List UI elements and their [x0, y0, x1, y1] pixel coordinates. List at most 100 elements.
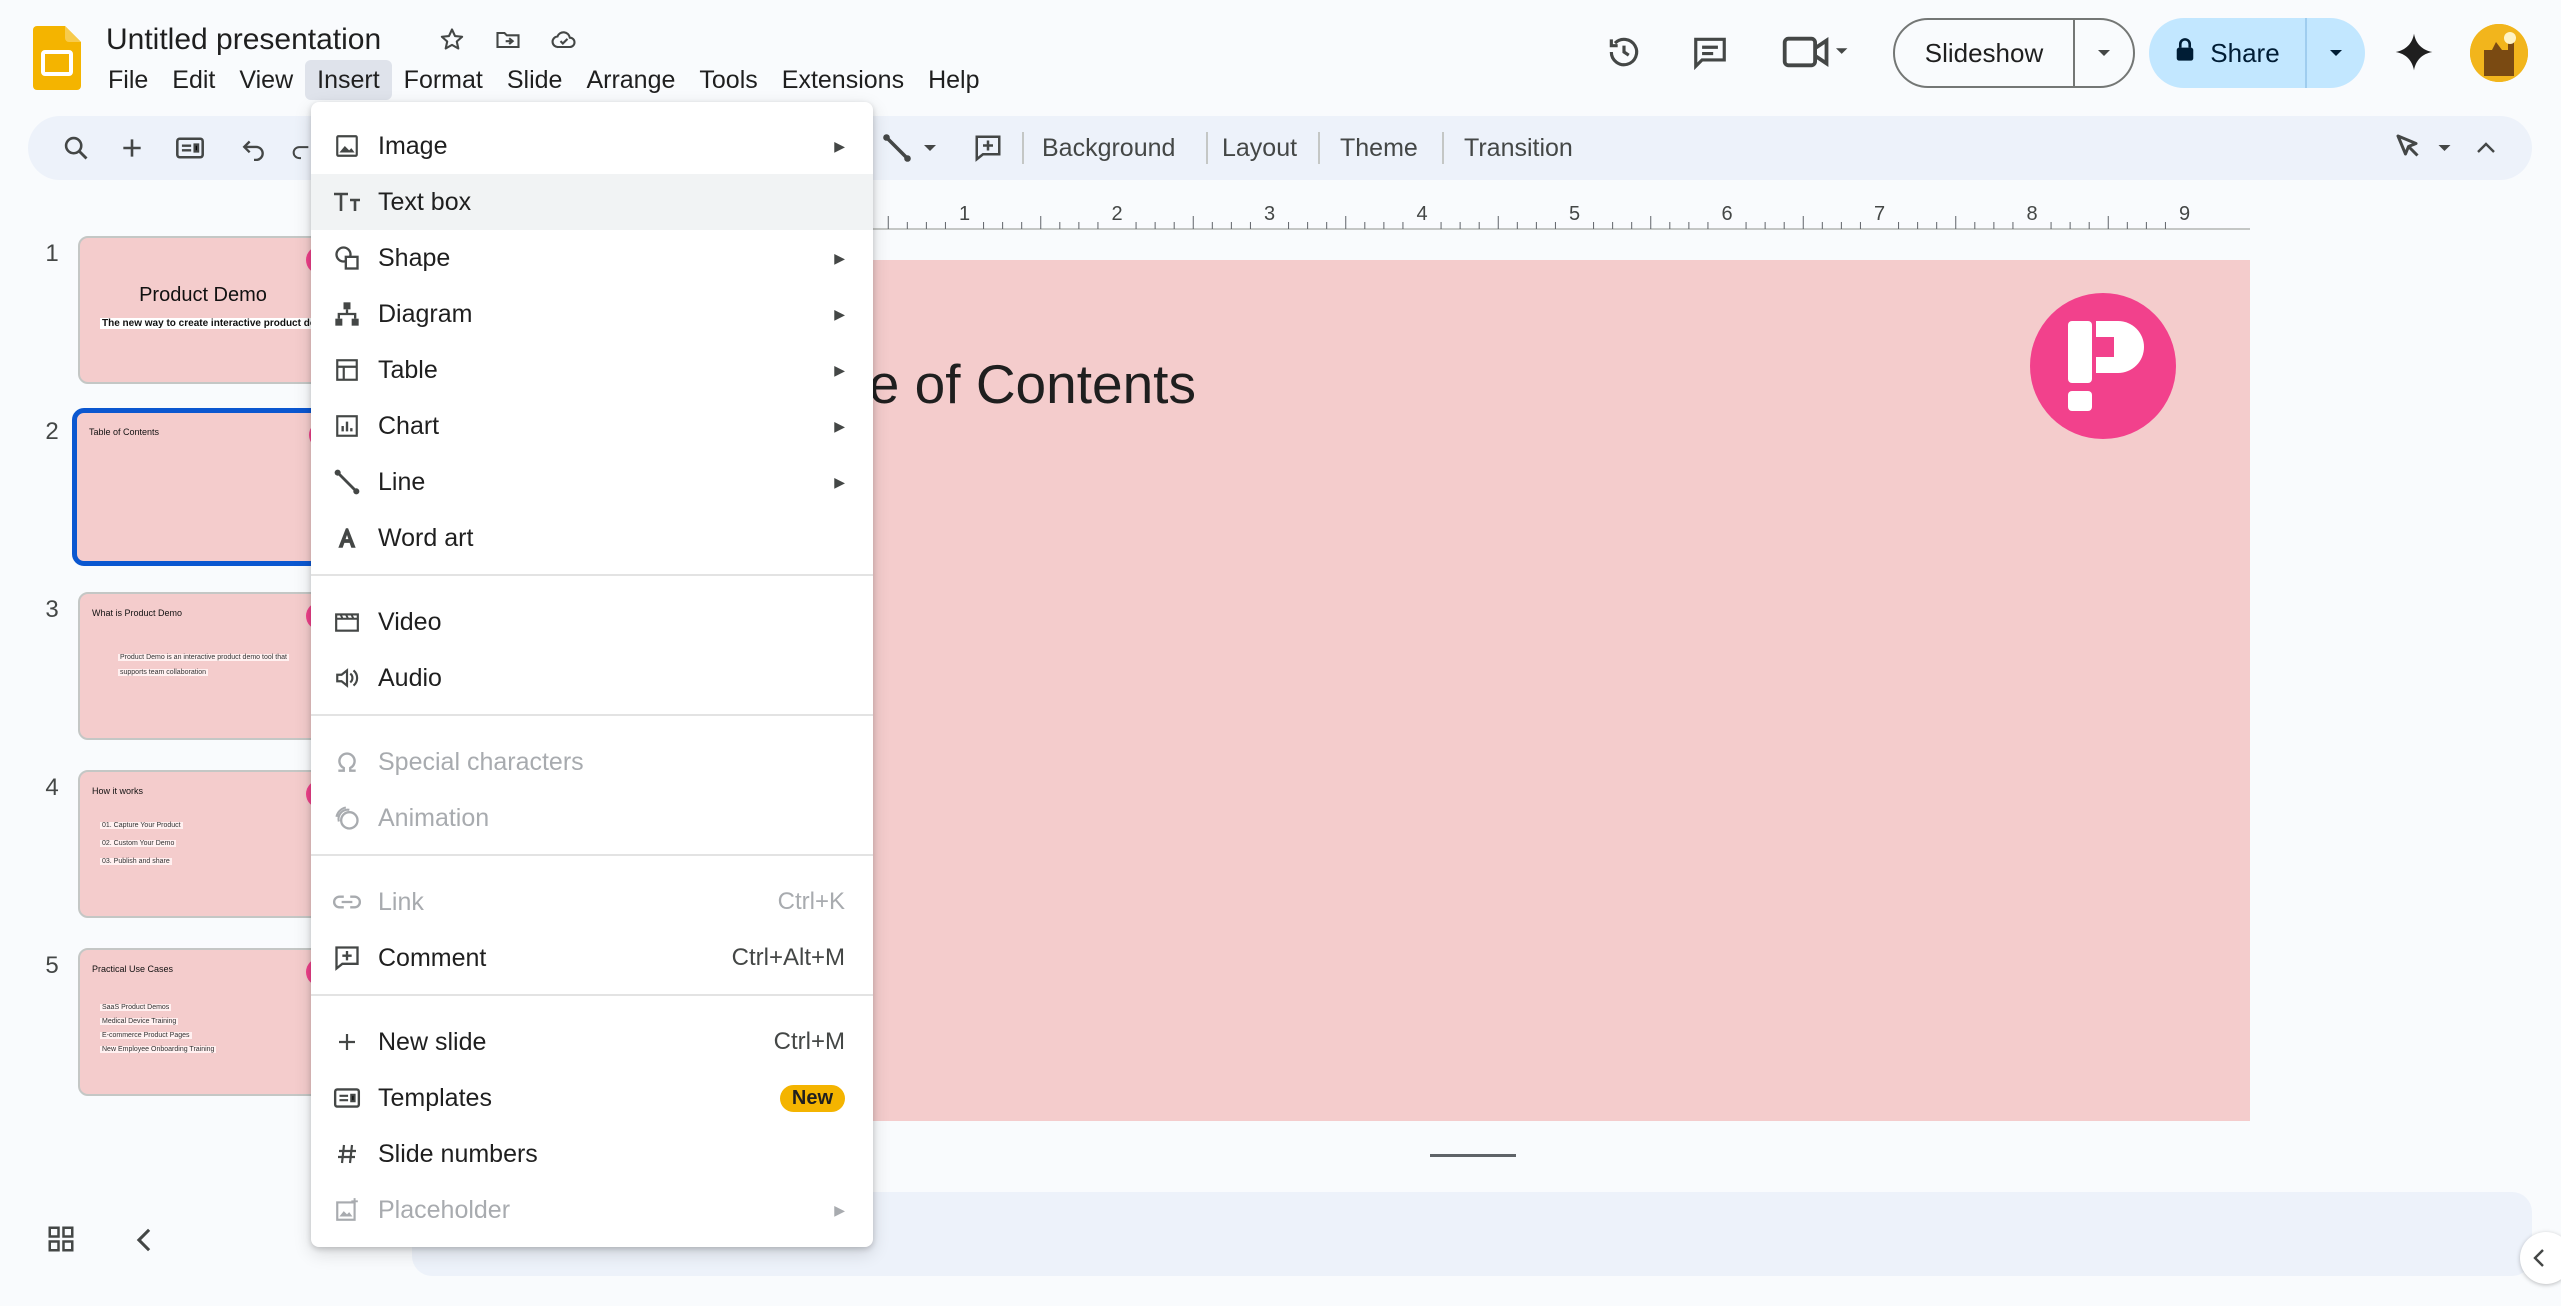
- slide-thumbnail-2[interactable]: Table of Contents: [72, 408, 334, 566]
- slide-title-text[interactable]: ble of Contents: [872, 352, 1196, 416]
- submenu-arrow-icon: ▶: [834, 417, 845, 434]
- menu-item-diagram[interactable]: Diagram ▶: [311, 286, 873, 342]
- menu-help[interactable]: Help: [916, 60, 991, 100]
- table-icon: [331, 354, 363, 386]
- add-comment-icon: [331, 942, 363, 974]
- collapse-filmstrip-icon[interactable]: [134, 1226, 166, 1258]
- menu-extensions[interactable]: Extensions: [770, 60, 916, 100]
- notes-resize-handle[interactable]: [1430, 1154, 1516, 1157]
- slide-thumbnail-4[interactable]: How it works 01. Capture Your Product 02…: [78, 770, 328, 918]
- undo-icon[interactable]: [234, 128, 274, 168]
- link-icon: [331, 886, 363, 918]
- slide-thumbnail-1[interactable]: Product Demo The new way to create inter…: [78, 236, 328, 384]
- menu-item-slide-numbers[interactable]: Slide numbers: [311, 1126, 873, 1182]
- line-icon: [331, 466, 363, 498]
- menu-arrange[interactable]: Arrange: [574, 60, 687, 100]
- menu-edit[interactable]: Edit: [160, 60, 227, 100]
- menu-tools[interactable]: Tools: [687, 60, 769, 100]
- document-title[interactable]: Untitled presentation: [106, 20, 381, 60]
- menu-item-line[interactable]: Line ▶: [311, 454, 873, 510]
- ruler-label: 2: [1111, 203, 1122, 225]
- insert-comment-icon[interactable]: [968, 128, 1008, 168]
- menu-item-word-art[interactable]: Word art: [311, 510, 873, 566]
- menu-item-placeholder[interactable]: Placeholder ▶: [311, 1182, 873, 1238]
- submenu-arrow-icon: ▶: [834, 361, 845, 378]
- brand-logo-icon[interactable]: [2030, 293, 2176, 439]
- chart-icon: [331, 410, 363, 442]
- background-button[interactable]: Background: [1042, 128, 1175, 168]
- share-label: Share: [2210, 37, 2280, 68]
- slide-number: 3: [45, 596, 59, 623]
- cloud-saved-icon[interactable]: [546, 22, 582, 58]
- move-to-folder-icon[interactable]: [490, 22, 526, 58]
- submenu-arrow-icon: ▶: [834, 1201, 845, 1218]
- select-tool-icon[interactable]: [2390, 128, 2460, 168]
- meet-icon[interactable]: [1782, 30, 1852, 74]
- hide-menus-icon[interactable]: [2466, 128, 2506, 168]
- menu-item-video[interactable]: Video: [311, 594, 873, 650]
- slide-thumbnail-5[interactable]: Practical Use Cases SaaS Product Demos M…: [78, 948, 328, 1096]
- menu-item-comment[interactable]: Comment Ctrl+Alt+M: [311, 930, 873, 986]
- menu-item-table[interactable]: Table ▶: [311, 342, 873, 398]
- avatar[interactable]: [2470, 24, 2528, 82]
- menu-format[interactable]: Format: [392, 60, 495, 100]
- slide-layout-icon[interactable]: [168, 128, 212, 168]
- redo-icon[interactable]: [290, 128, 312, 168]
- theme-button[interactable]: Theme: [1340, 128, 1418, 168]
- submenu-arrow-icon: ▶: [834, 473, 845, 490]
- toolbar-divider: [1442, 132, 1444, 164]
- transition-button[interactable]: Transition: [1464, 128, 1573, 168]
- menu-view[interactable]: View: [227, 60, 305, 100]
- menu-slide[interactable]: Slide: [495, 60, 575, 100]
- ruler-label: 4: [1416, 203, 1427, 225]
- menu-item-link[interactable]: Link Ctrl+K: [311, 874, 873, 930]
- menu-divider: [311, 854, 873, 856]
- thumb-subtitle: The new way to create interactive produc…: [100, 318, 326, 329]
- version-history-icon[interactable]: [1602, 30, 1646, 74]
- line-tool-icon[interactable]: [882, 128, 942, 168]
- star-icon[interactable]: [434, 22, 470, 58]
- shortcut-label: Ctrl+Alt+M: [731, 944, 845, 971]
- ruler-label: 8: [2026, 203, 2037, 225]
- submenu-arrow-icon: ▶: [834, 137, 845, 154]
- slideshow-label[interactable]: Slideshow: [1895, 20, 2075, 86]
- animation-icon: [331, 802, 363, 834]
- slideshow-dropdown-icon[interactable]: [2075, 20, 2133, 86]
- menu-item-image[interactable]: Image ▶: [311, 118, 873, 174]
- menu-file[interactable]: File: [96, 60, 160, 100]
- search-menus-icon[interactable]: [56, 128, 96, 168]
- gemini-icon[interactable]: [2392, 30, 2436, 74]
- shape-icon: [331, 242, 363, 274]
- menu-item-text-box[interactable]: Text box: [311, 174, 873, 230]
- show-side-panel-icon[interactable]: [2520, 1232, 2561, 1284]
- menu-item-new-slide[interactable]: New slide Ctrl+M: [311, 1014, 873, 1070]
- share-button[interactable]: Share: [2149, 18, 2365, 88]
- comments-icon[interactable]: [1688, 30, 1732, 74]
- thumb-body-line: 01. Capture Your Product: [100, 822, 183, 829]
- image-icon: [331, 130, 363, 162]
- menu-insert[interactable]: Insert: [305, 60, 392, 100]
- slides-logo-icon[interactable]: [33, 26, 81, 90]
- new-badge: New: [779, 1084, 845, 1112]
- layout-button[interactable]: Layout: [1222, 128, 1297, 168]
- thumb-title: Table of Contents: [89, 427, 160, 437]
- share-dropdown-icon[interactable]: [2307, 18, 2365, 88]
- slide-canvas[interactable]: ble of Contents: [872, 260, 2250, 1121]
- shortcut-label: Ctrl+K: [777, 888, 845, 915]
- share-main[interactable]: Share: [2149, 18, 2307, 88]
- lock-icon: [2174, 37, 2196, 70]
- menu-item-animation[interactable]: Animation: [311, 790, 873, 846]
- audio-icon: [331, 662, 363, 694]
- menu-item-audio[interactable]: Audio: [311, 650, 873, 706]
- grid-view-icon[interactable]: [46, 1224, 82, 1260]
- menu-item-templates[interactable]: Templates New: [311, 1070, 873, 1126]
- slideshow-button[interactable]: Slideshow: [1893, 18, 2135, 88]
- submenu-arrow-icon: ▶: [834, 305, 845, 322]
- toolbar-divider: [1022, 132, 1024, 164]
- menu-item-shape[interactable]: Shape ▶: [311, 230, 873, 286]
- thumb-title: Product Demo: [139, 284, 267, 306]
- menu-item-special-characters[interactable]: Special characters: [311, 734, 873, 790]
- new-slide-icon[interactable]: [112, 128, 152, 168]
- menu-item-chart[interactable]: Chart ▶: [311, 398, 873, 454]
- slide-thumbnail-3[interactable]: What is Product Demo Product Demo is an …: [78, 592, 328, 740]
